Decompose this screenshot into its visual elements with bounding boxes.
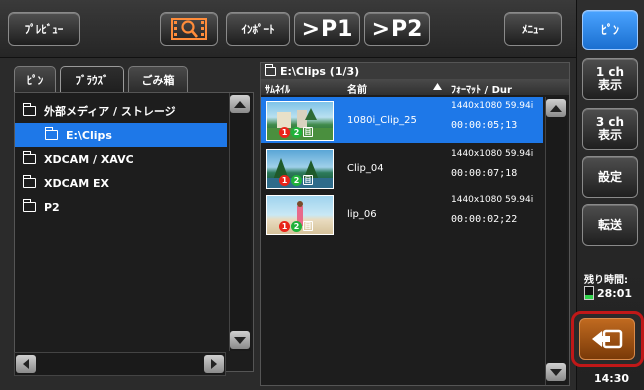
clip-name: Clip_04 xyxy=(347,163,384,174)
clip-thumbnail: 1 2 目 xyxy=(266,101,334,141)
tree-item-xdcam-xavc[interactable]: XDCAM / XAVC xyxy=(15,147,227,171)
browse-panel: ﾋﾟﾝ ﾌﾞﾗｳｽﾞ ごみ箱 外部メディア / ストレージ E:\Clips X… xyxy=(14,62,254,382)
toolbar: ﾌﾟﾚﾋﾞｭｰ ｲﾝﾎﾟｰﾄ > P1 > P2 ﾒﾆｭｰ xyxy=(0,0,576,58)
mark2-badge: 2 xyxy=(291,175,302,186)
remaining-time-value: 28:01 xyxy=(597,287,633,300)
tree-item-label: 外部メディア / ストレージ xyxy=(44,105,176,118)
tree-item-label: XDCAM / XAVC xyxy=(44,152,134,166)
mark2-badge: 2 xyxy=(291,221,302,232)
scroll-down-button[interactable] xyxy=(546,363,566,381)
clip-format: 1440x1080 59.94i xyxy=(451,149,534,159)
return-arrow-icon xyxy=(592,329,623,349)
chevron-left-icon xyxy=(23,359,29,369)
view-1ch-line2: 表示 xyxy=(597,78,622,92)
scroll-down-button[interactable] xyxy=(230,331,250,349)
column-name[interactable]: 名前 xyxy=(347,81,367,96)
view-3ch-line2: 表示 xyxy=(597,128,622,142)
folder-icon xyxy=(44,127,58,140)
send-p1-button[interactable]: > P1 xyxy=(294,12,360,46)
clip-list-header: ｻﾑﾈｲﾙ 名前 ﾌｫｰﾏｯﾄ / Dur xyxy=(261,79,569,96)
app-window: ﾌﾟﾚﾋﾞｭｰ ｲﾝﾎﾟｰﾄ > P1 > P2 ﾒﾆｭｰ ﾋﾟﾝ ﾌﾞﾗｳｽﾞ ご… xyxy=(0,0,644,390)
folder-tree: 外部メディア / ストレージ E:\Clips XDCAM / XAVC XDC… xyxy=(14,92,254,372)
pin-button[interactable]: ﾋﾟﾝ xyxy=(582,10,638,50)
settings-label: 設定 xyxy=(597,169,622,184)
clip-list-vertical-scrollbar[interactable] xyxy=(545,97,567,385)
clip-list-panel: E:\Clips (1/3) ｻﾑﾈｲﾙ 名前 ﾌｫｰﾏｯﾄ / Dur 1 2… xyxy=(260,62,570,386)
tree-item-e-clips[interactable]: E:\Clips xyxy=(15,123,227,147)
mark1-badge: 1 xyxy=(279,221,290,232)
pin-label: ﾋﾟﾝ xyxy=(600,22,619,37)
clip-row[interactable]: 1 2 目 1080i_Clip_25 1440x1080 59.94i 00:… xyxy=(261,97,543,143)
import-button[interactable]: ｲﾝﾎﾟｰﾄ xyxy=(226,12,290,46)
scroll-right-button[interactable] xyxy=(204,355,224,373)
clock: 14:30 xyxy=(594,372,630,385)
p2-label: P2 xyxy=(391,16,423,42)
tab-browse[interactable]: ﾌﾞﾗｳｽﾞ xyxy=(60,66,124,92)
tree-horizontal-scrollbar[interactable] xyxy=(14,352,226,376)
chevron-right-icon xyxy=(211,359,217,369)
tree-item-label: XDCAM EX xyxy=(44,176,109,190)
chevron-right-icon: > xyxy=(301,16,320,42)
tree-item-label: E:\Clips xyxy=(66,128,112,142)
chevron-up-icon xyxy=(234,100,246,108)
remaining-time-label: 残り時間: xyxy=(584,275,628,286)
folder-icon xyxy=(22,175,36,188)
clip-thumbnail: 1 2 目 xyxy=(266,195,334,235)
clip-thumbnail: 1 2 目 xyxy=(266,149,334,189)
remaining-capacity-bar xyxy=(584,286,594,300)
menu-button[interactable]: ﾒﾆｭｰ xyxy=(504,12,562,46)
preview-button[interactable]: ﾌﾟﾚﾋﾞｭｰ xyxy=(8,12,80,46)
settings-button[interactable]: 設定 xyxy=(582,156,638,198)
path-label: E:\Clips (1/3) xyxy=(280,64,360,78)
clip-duration: 00:00:07;18 xyxy=(451,168,518,179)
chevron-up-icon xyxy=(550,104,562,112)
mark2-badge: 2 xyxy=(291,127,302,138)
folder-icon xyxy=(22,151,36,164)
folder-icon xyxy=(22,103,36,116)
tree-vertical-scrollbar[interactable] xyxy=(229,93,251,351)
clip-format: 1440x1080 59.94i xyxy=(451,101,534,111)
mark1-badge: 1 xyxy=(279,127,290,138)
mark1-badge: 1 xyxy=(279,175,290,186)
clip-row[interactable]: 1 2 目 Clip_04 1440x1080 59.94i 00:00:07;… xyxy=(261,145,543,191)
transfer-button[interactable]: 転送 xyxy=(582,204,638,246)
folder-icon xyxy=(264,63,276,76)
scroll-up-button[interactable] xyxy=(230,95,250,113)
send-p2-button[interactable]: > P2 xyxy=(364,12,430,46)
p1-label: P1 xyxy=(321,16,353,42)
scroll-left-button[interactable] xyxy=(16,355,36,373)
tab-pin[interactable]: ﾋﾟﾝ xyxy=(14,66,56,92)
film-search-button[interactable] xyxy=(160,12,218,46)
memo-badge: 目 xyxy=(303,127,313,137)
tab-trash[interactable]: ごみ箱 xyxy=(128,66,188,92)
tree-item-label: P2 xyxy=(44,200,60,214)
remaining-capacity-fill xyxy=(585,294,593,299)
tree-item-xdcam-ex[interactable]: XDCAM EX xyxy=(15,171,227,195)
column-thumbnail[interactable]: ｻﾑﾈｲﾙ xyxy=(265,81,290,96)
clip-duration: 00:00:05;13 xyxy=(451,120,518,131)
folder-icon xyxy=(22,199,36,212)
tree-item-p2[interactable]: P2 xyxy=(15,195,227,219)
memo-badge: 目 xyxy=(303,221,313,231)
scroll-up-button[interactable] xyxy=(546,99,566,117)
film-search-icon xyxy=(171,18,207,40)
column-format-duration[interactable]: ﾌｫｰﾏｯﾄ / Dur xyxy=(451,81,512,96)
return-button-highlight xyxy=(571,311,644,367)
sort-asc-icon xyxy=(433,82,442,93)
memo-badge: 目 xyxy=(303,175,313,185)
chevron-down-icon xyxy=(550,368,562,376)
view-3ch-button[interactable]: 3 ch 表示 xyxy=(582,108,638,150)
clip-name: 1080i_Clip_25 xyxy=(347,115,417,126)
chevron-right-icon: > xyxy=(371,16,390,42)
view-1ch-button[interactable]: 1 ch 表示 xyxy=(582,58,638,100)
chevron-down-icon xyxy=(234,336,246,344)
current-path: E:\Clips (1/3) xyxy=(261,63,569,79)
clip-duration: 00:00:02;22 xyxy=(451,214,518,225)
return-button[interactable] xyxy=(579,318,635,360)
transfer-label: 転送 xyxy=(597,217,622,232)
clip-name: lip_06 xyxy=(347,209,377,220)
clip-row[interactable]: 1 2 目 lip_06 1440x1080 59.94i 00:00:02;2… xyxy=(261,191,543,237)
tree-item-external-media[interactable]: 外部メディア / ストレージ xyxy=(15,99,227,123)
clip-format: 1440x1080 59.94i xyxy=(451,195,534,205)
